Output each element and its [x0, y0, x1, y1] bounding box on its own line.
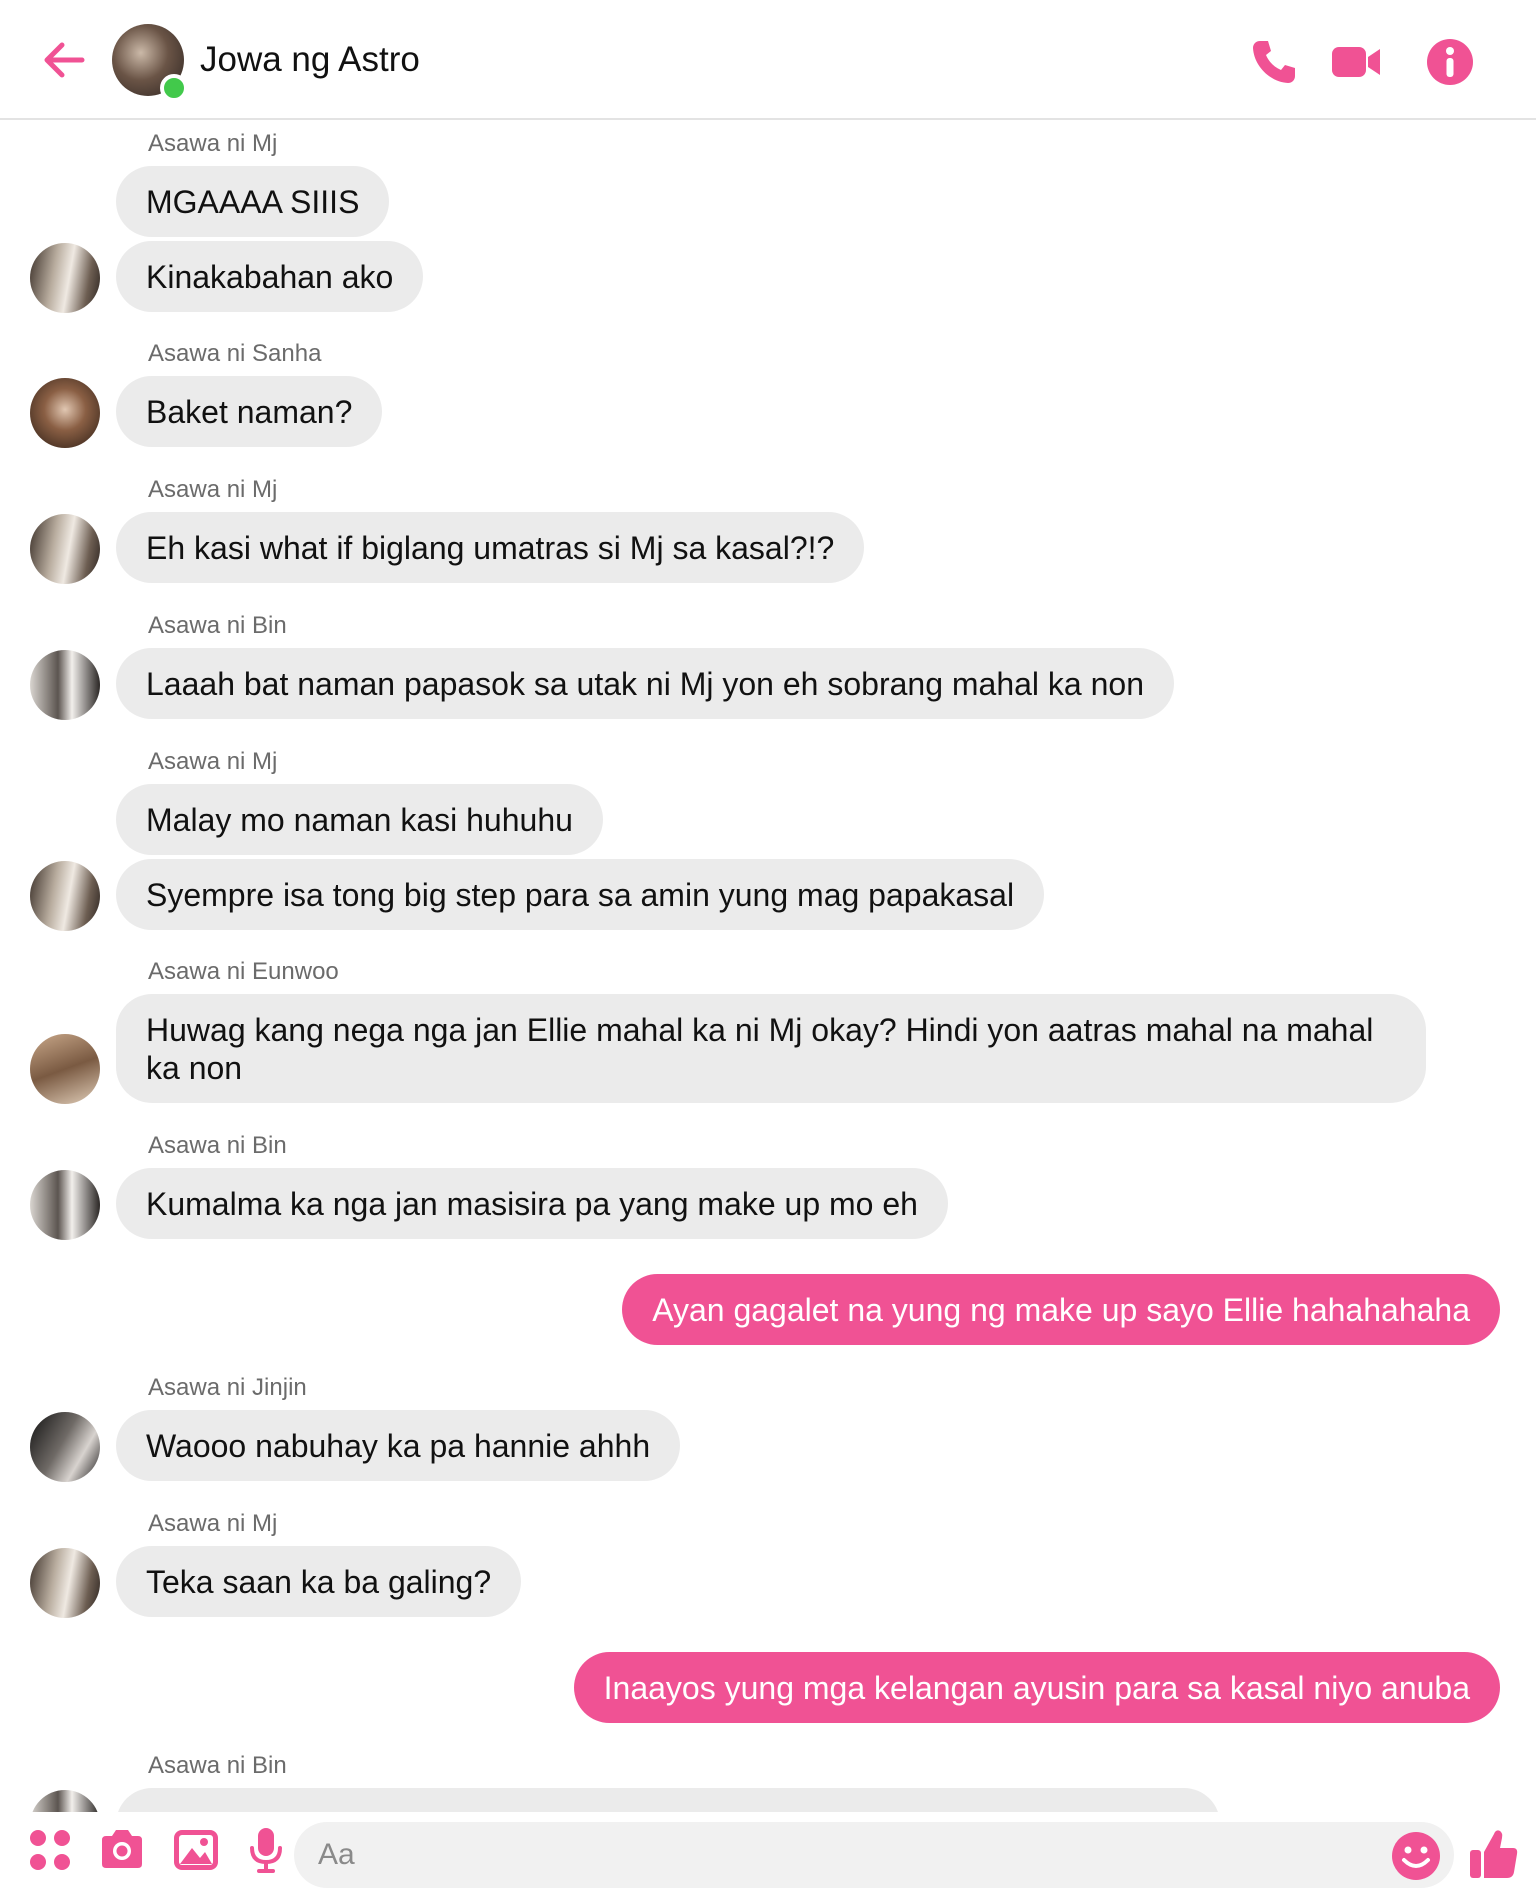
conversation-title[interactable]: Jowa ng Astro — [200, 40, 420, 80]
message-bubble[interactable]: Kumalma ka nga jan masisira pa yang make… — [116, 1168, 948, 1239]
avatar[interactable] — [30, 243, 100, 313]
sender-name: Asawa ni Bin — [148, 1752, 287, 1779]
avatar[interactable] — [30, 861, 100, 931]
thumbs-up-icon[interactable] — [1468, 1826, 1520, 1882]
emoji-icon[interactable] — [1390, 1830, 1442, 1882]
composer-bar — [0, 1812, 1536, 1891]
sender-name: Asawa ni Jinjin — [148, 1374, 307, 1401]
chat-header: Jowa ng Astro — [0, 0, 1536, 120]
message-bubble[interactable]: Teka saan ka ba galing? — [116, 1546, 522, 1617]
message-bubble[interactable]: Syempre isa tong big step para sa amin y… — [116, 859, 1045, 930]
avatar[interactable] — [30, 650, 100, 720]
message-bubble[interactable]: Malay mo naman kasi huhuhu — [116, 784, 603, 855]
avatar[interactable] — [30, 1412, 100, 1482]
my-message-bubble[interactable]: Ayan gagalet na yung ng make up sayo Ell… — [622, 1274, 1500, 1345]
sender-name: Asawa ni Sanha — [148, 340, 322, 367]
sender-name: Asawa ni Mj — [148, 748, 278, 775]
online-status-dot — [160, 74, 188, 102]
phone-icon[interactable] — [1248, 36, 1300, 88]
sender-name: Asawa ni Eunwoo — [148, 958, 339, 985]
message-bubble[interactable]: Huwag kang nega nga jan Ellie mahal ka n… — [116, 994, 1426, 1103]
sender-name: Asawa ni Mj — [148, 1510, 278, 1537]
apps-icon[interactable] — [24, 1824, 76, 1876]
sender-name: Asawa ni Mj — [148, 476, 278, 503]
back-arrow-icon[interactable] — [40, 36, 88, 84]
message-bubble[interactable]: Waooo nabuhay ka pa hannie ahhh — [116, 1410, 681, 1481]
video-camera-icon[interactable] — [1330, 36, 1382, 88]
message-bubble[interactable]: Laaah bat naman papasok sa utak ni Mj yo… — [116, 648, 1174, 719]
sender-name: Asawa ni Bin — [148, 612, 287, 639]
avatar[interactable] — [30, 378, 100, 448]
avatar[interactable] — [30, 1170, 100, 1240]
message-bubble[interactable]: Kinakabahan ako — [116, 241, 424, 312]
camera-icon[interactable] — [96, 1824, 148, 1876]
sender-name: Asawa ni Mj — [148, 130, 278, 157]
info-icon[interactable] — [1424, 36, 1476, 88]
message-bubble[interactable]: MGAAAA SIIIS — [116, 166, 390, 237]
message-bubble[interactable]: Baket naman? — [116, 376, 383, 447]
avatar[interactable] — [30, 514, 100, 584]
avatar[interactable] — [30, 1790, 100, 1812]
sender-name: Asawa ni Bin — [148, 1132, 287, 1159]
message-list[interactable]: Asawa ni Mj MGAAAA SIIIS Kinakabahan ako… — [0, 122, 1536, 1812]
avatar[interactable] — [30, 1034, 100, 1104]
message-bubble[interactable] — [116, 1788, 1220, 1812]
my-message-bubble[interactable]: Inaayos yung mga kelangan ayusin para sa… — [573, 1652, 1500, 1723]
message-bubble[interactable]: Eh kasi what if biglang umatras si Mj sa… — [116, 512, 865, 583]
gallery-icon[interactable] — [170, 1824, 222, 1876]
microphone-icon[interactable] — [240, 1824, 292, 1876]
avatar[interactable] — [30, 1548, 100, 1618]
message-input[interactable] — [294, 1822, 1454, 1888]
